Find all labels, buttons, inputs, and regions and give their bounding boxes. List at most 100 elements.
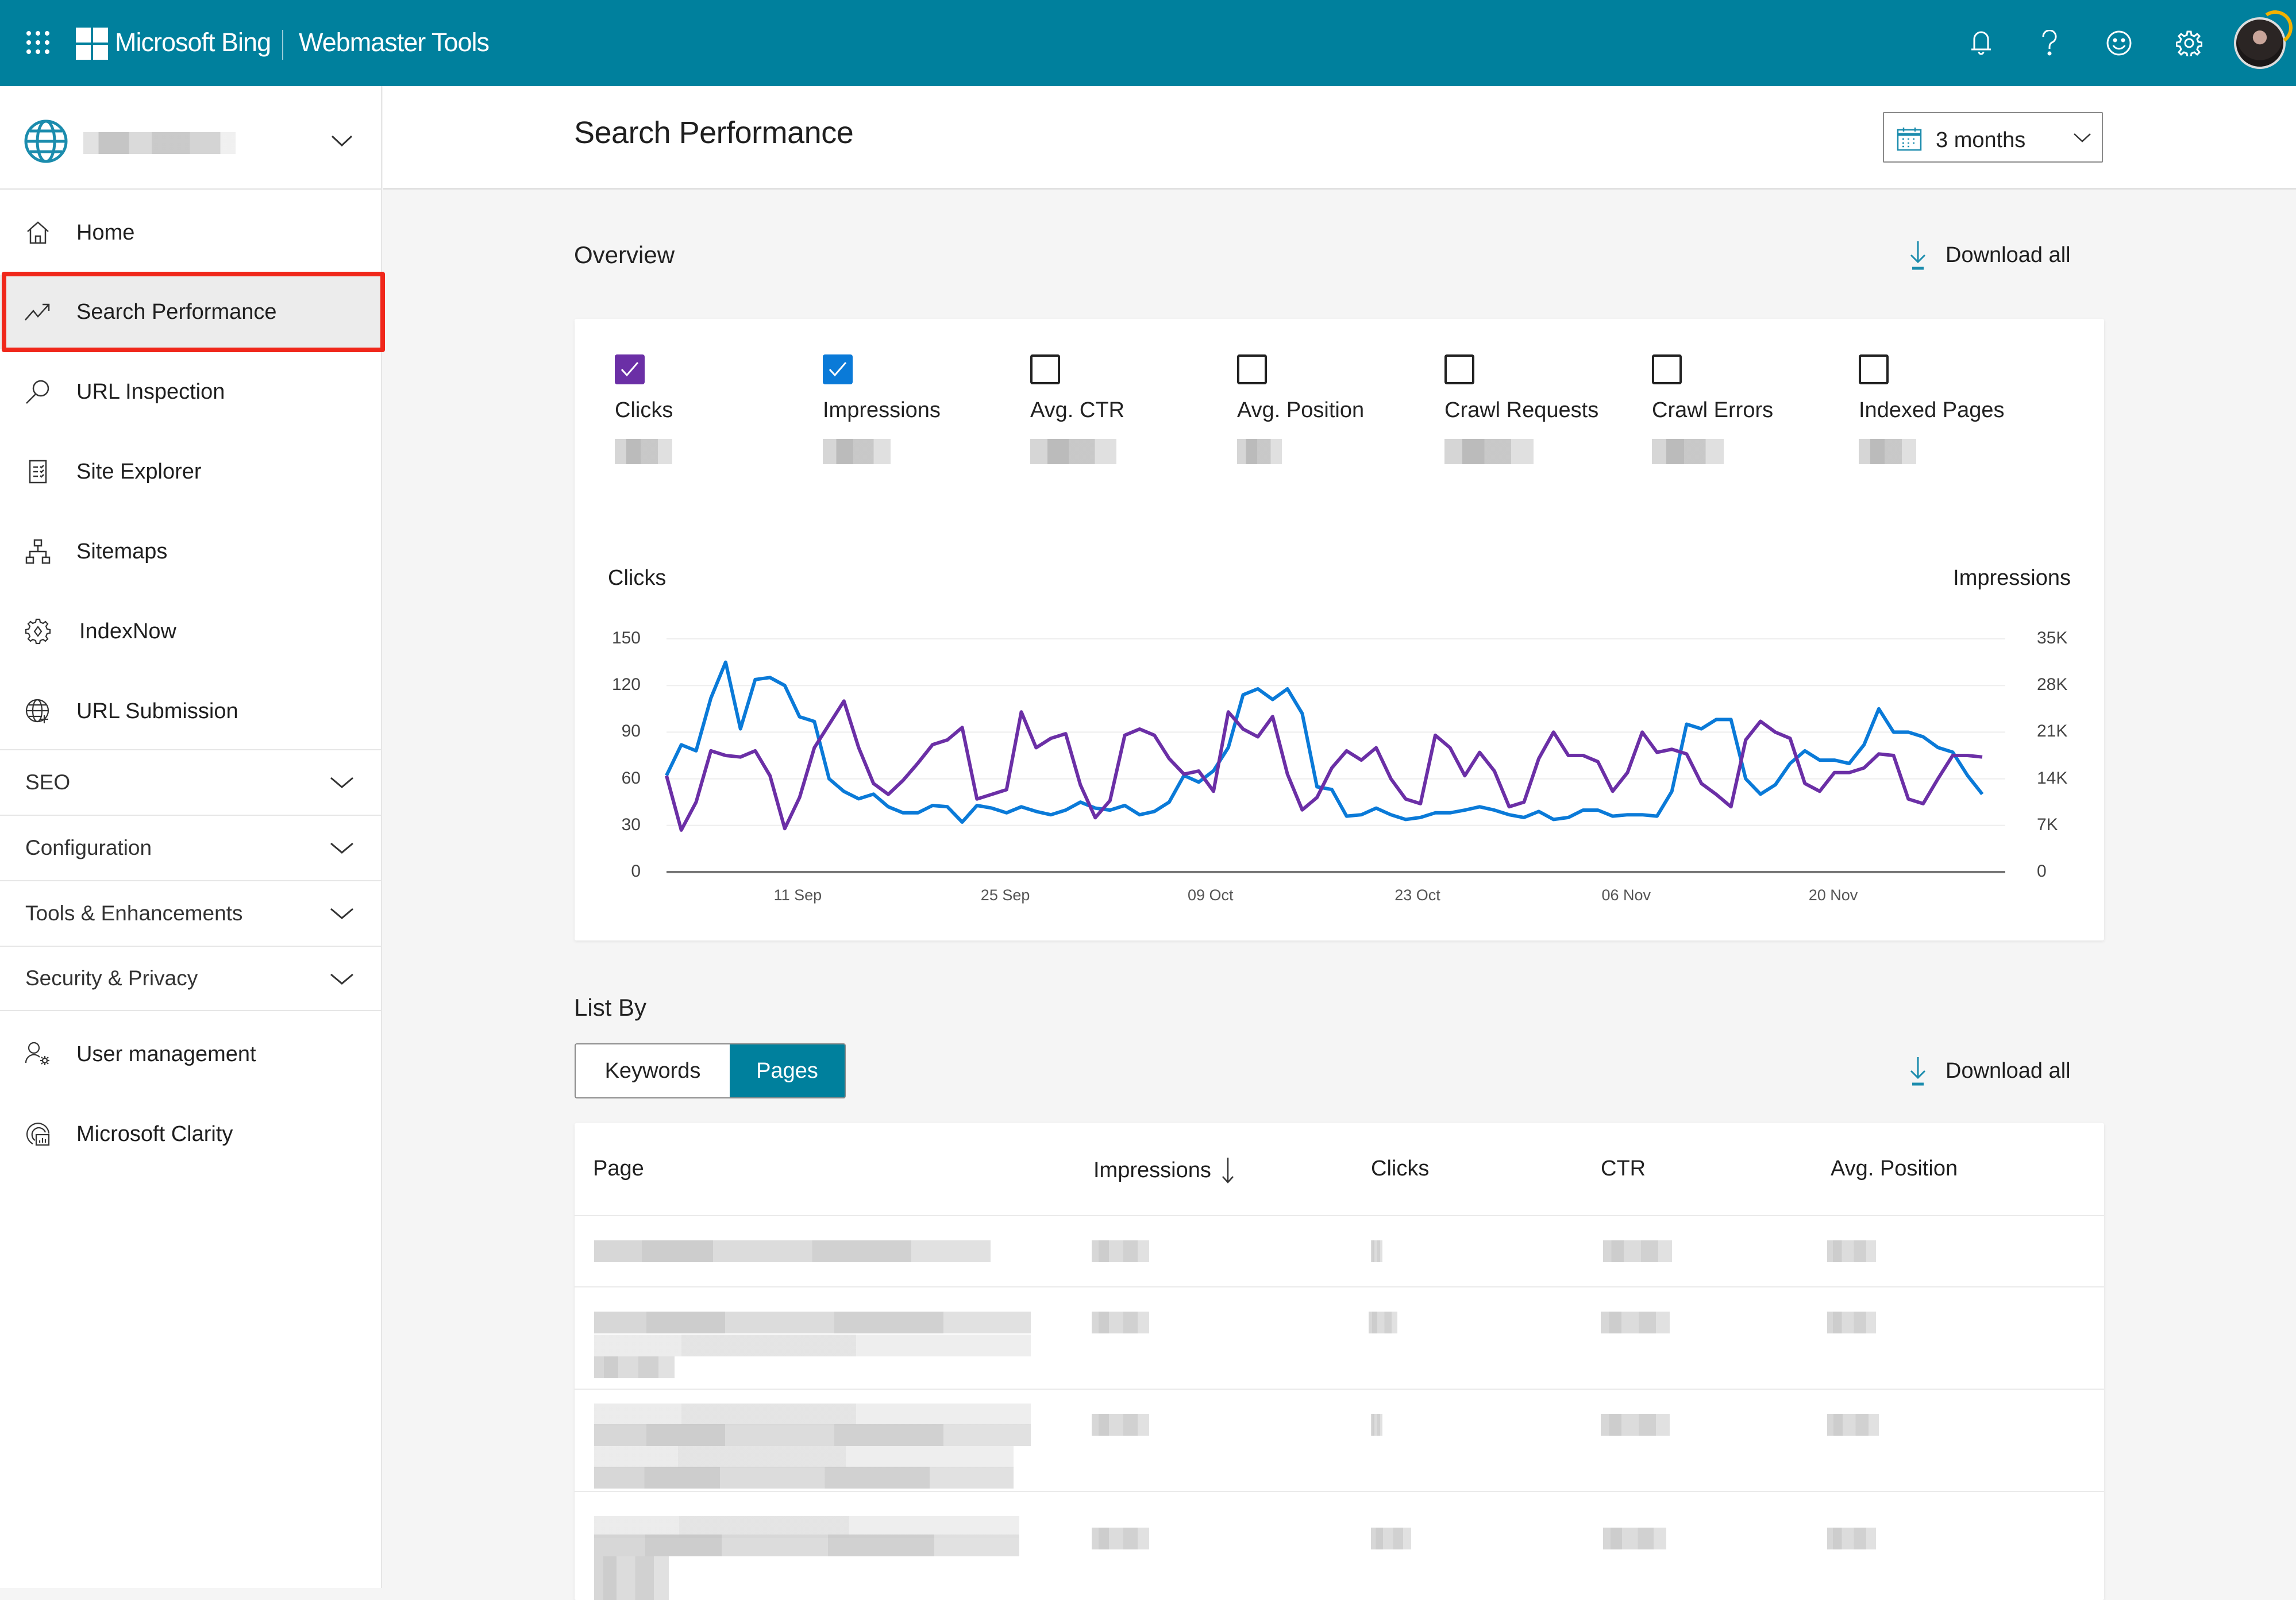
search-icon: [23, 377, 53, 407]
sidebar-group-seo[interactable]: SEO: [0, 749, 381, 815]
table-row[interactable]: [575, 1217, 2104, 1287]
page-url-redacted[interactable]: [594, 1424, 1031, 1446]
page-url-redacted: [594, 1446, 1014, 1468]
x-tick-label: 11 Sep: [773, 886, 822, 904]
y-tick-left: 30: [621, 815, 641, 834]
column-header-impressions[interactable]: Impressions: [1093, 1156, 1235, 1184]
table-row[interactable]: [575, 1493, 2104, 1600]
sidebar-item-search-performance[interactable]: Search Performance: [0, 275, 381, 349]
sidebar-group-configuration[interactable]: Configuration: [0, 815, 381, 880]
column-header-ctr[interactable]: CTR: [1601, 1156, 1646, 1181]
table-row[interactable]: [575, 1289, 2104, 1390]
column-header-clicks[interactable]: Clicks: [1371, 1156, 1429, 1181]
column-header-avg-position[interactable]: Avg. Position: [1831, 1156, 1958, 1181]
column-header-page[interactable]: Page: [593, 1156, 644, 1181]
date-range-value: 3 months: [1936, 128, 2026, 152]
sidebar-item-site-explorer[interactable]: Site Explorer: [0, 434, 381, 509]
table-row[interactable]: [575, 1391, 2104, 1492]
sitemap-icon: [23, 537, 53, 566]
y-tick-right: 35K: [2037, 629, 2068, 647]
sidebar-item-user-management[interactable]: User management: [0, 1017, 381, 1092]
position-redacted: [1827, 1312, 1876, 1333]
product-name[interactable]: Webmaster Tools: [299, 28, 490, 57]
pages-tab[interactable]: Pages: [730, 1044, 845, 1097]
sidebar-item-url-submission[interactable]: URL Submission: [0, 674, 381, 749]
y-tick-left: 0: [631, 862, 641, 881]
clicks-redacted: [1371, 1528, 1411, 1549]
page-url-redacted: [594, 1356, 675, 1378]
clicks-redacted: [1369, 1312, 1397, 1333]
home-icon: [23, 218, 53, 248]
sidebar-group-label: Tools & Enhancements: [25, 901, 243, 925]
clarity-icon: [23, 1119, 53, 1149]
series-line-clicks: [665, 699, 1983, 832]
chevron-down-icon: [2074, 133, 2091, 142]
column-header-label: Impressions: [1093, 1158, 1211, 1182]
y-tick-left: 120: [611, 675, 641, 695]
sidebar-item-label: Sitemaps: [76, 539, 168, 564]
series-line-impressions: [665, 660, 1984, 824]
x-tick-label: 20 Nov: [1808, 886, 1858, 904]
x-tick-label: 06 Nov: [1601, 886, 1651, 904]
sidebar-item-label: URL Submission: [76, 699, 238, 723]
sidebar-item-label: IndexNow: [79, 619, 176, 643]
globe-plus-icon: [23, 696, 53, 726]
chevron-down-icon[interactable]: [328, 769, 356, 797]
feedback-smiley-icon[interactable]: [2102, 26, 2136, 60]
overview-download-all-button[interactable]: Download all: [1906, 240, 2071, 270]
top-bar: Microsoft Bing Webmaster Tools: [0, 0, 2296, 86]
sidebar-item-indexnow[interactable]: IndexNow: [0, 594, 381, 669]
list-by-toggle: Keywords Pages: [575, 1043, 846, 1098]
download-label: Download all: [1946, 1058, 2071, 1083]
bell-icon[interactable]: [1964, 26, 1998, 60]
brand-divider: [282, 30, 283, 60]
settings-gear-icon[interactable]: [2172, 26, 2206, 60]
clicks-redacted: [1371, 1240, 1382, 1262]
chevron-down-icon[interactable]: [328, 900, 356, 928]
page-url-redacted: [594, 1404, 1031, 1425]
keywords-tab[interactable]: Keywords: [576, 1044, 730, 1097]
chevron-down-icon[interactable]: [328, 126, 356, 155]
page-url-redacted: [594, 1335, 1031, 1356]
sidebar-item-sitemaps[interactable]: Sitemaps: [0, 514, 381, 589]
position-redacted: [1827, 1528, 1876, 1549]
list-download-all-button[interactable]: Download all: [1906, 1056, 2071, 1086]
checklist-icon: [23, 457, 53, 487]
ctr-redacted: [1603, 1528, 1666, 1549]
y-tick-left: 150: [611, 629, 641, 647]
x-tick-label: 09 Oct: [1188, 886, 1234, 904]
page-url-redacted[interactable]: [594, 1535, 1019, 1556]
page-url-redacted: [594, 1467, 1014, 1489]
page-url-redacted[interactable]: [594, 1240, 991, 1262]
ctr-redacted: [1603, 1240, 1672, 1262]
chevron-down-icon[interactable]: [328, 834, 356, 863]
chevron-down-icon[interactable]: [328, 965, 356, 994]
page-url-redacted[interactable]: [594, 1312, 1031, 1333]
x-tick-label: 23 Oct: [1394, 886, 1440, 904]
position-redacted: [1827, 1414, 1879, 1436]
sidebar-group-label: Security & Privacy: [25, 966, 198, 990]
sidebar-group-security-privacy[interactable]: Security & Privacy: [0, 946, 381, 1011]
sidebar-item-microsoft-clarity[interactable]: Microsoft Clarity: [0, 1097, 381, 1171]
line-chart: [665, 638, 2005, 873]
position-redacted: [1827, 1240, 1876, 1262]
site-picker[interactable]: [0, 86, 381, 190]
table-header: Page Impressions Clicks CTR Avg. Positio…: [575, 1123, 2104, 1216]
download-label: Download all: [1946, 242, 2071, 267]
y-tick-right: 0: [2037, 862, 2047, 881]
sidebar: Home Search Performance URL Inspection S…: [0, 86, 382, 1588]
user-settings-icon: [23, 1039, 53, 1069]
sidebar-group-tools-enhancements[interactable]: Tools & Enhancements: [0, 880, 381, 946]
sidebar-item-label: Search Performance: [76, 299, 277, 324]
app-launcher-icon[interactable]: [26, 31, 51, 55]
ctr-redacted: [1601, 1312, 1670, 1333]
date-range-dropdown[interactable]: 3 months: [1883, 112, 2103, 163]
sidebar-item-url-inspection[interactable]: URL Inspection: [0, 354, 381, 429]
trend-icon: [23, 297, 53, 327]
sidebar-item-home[interactable]: Home: [0, 195, 381, 270]
sort-descending-icon: [1222, 1158, 1234, 1183]
y-tick-right: 7K: [2037, 815, 2058, 834]
overview-card: Clicks Impressions Avg. CTR Avg. Positio…: [575, 319, 2104, 940]
brand-name[interactable]: Microsoft Bing: [115, 28, 271, 57]
help-icon[interactable]: [2032, 26, 2067, 60]
